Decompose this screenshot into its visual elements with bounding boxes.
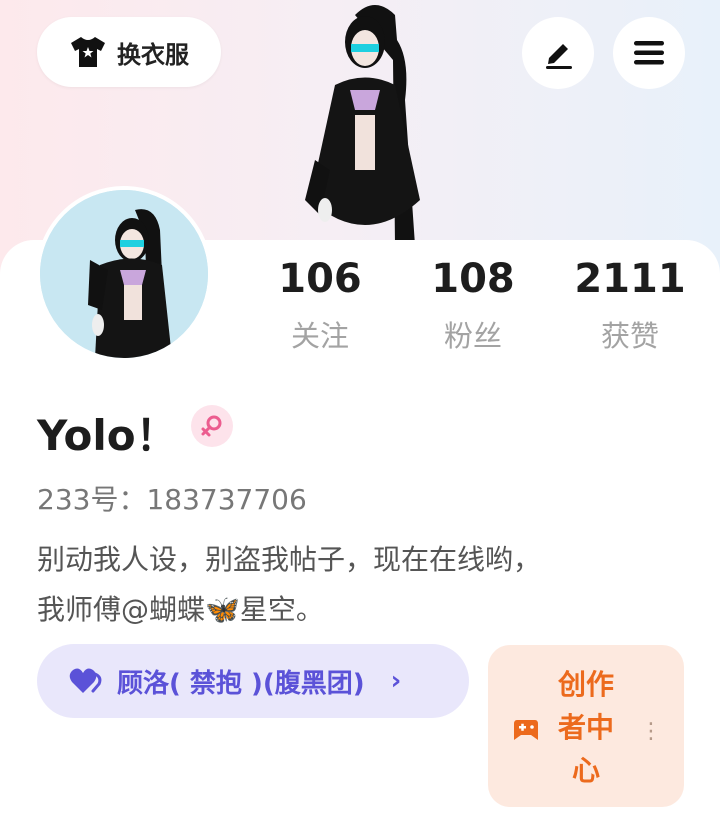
followers-count: 108	[431, 256, 515, 302]
likes-count: 2111	[574, 256, 686, 302]
following-count: 106	[278, 256, 362, 302]
gamepad-icon	[514, 720, 538, 740]
pencil-icon	[546, 44, 572, 69]
likes-stat[interactable]: 2111 获赞	[560, 255, 700, 355]
heart-icon	[69, 668, 102, 693]
creator-center-label: 创作者中心	[557, 668, 614, 787]
followers-stat[interactable]: 108 粉丝	[403, 255, 543, 355]
female-icon	[201, 415, 222, 437]
edit-profile-button[interactable]	[522, 17, 594, 89]
following-stat[interactable]: 106 关注	[250, 255, 390, 355]
following-label: 关注	[290, 319, 349, 353]
group-label: 顾洛( 禁抱 )(腹黑团)	[117, 668, 365, 699]
bio-line-1: 别动我人设，别盗我帖子，现在在线哟，	[37, 543, 542, 576]
menu-icon	[634, 41, 664, 65]
tshirt-icon	[71, 37, 105, 67]
stats-row: 106 关注 108 粉丝 2111 获赞	[240, 255, 720, 365]
likes-label: 获赞	[600, 319, 659, 353]
character-figure	[305, 5, 420, 245]
group-badge-button[interactable]: 顾洛( 禁抱 )(腹黑团) ›	[37, 644, 469, 718]
avatar-figure	[40, 190, 208, 358]
gender-badge	[191, 405, 233, 447]
profile-bio: 别动我人设，别盗我帖子，现在在线哟， 我师傅@蝴蝶🦋星空。	[37, 535, 687, 635]
bio-line-2: 我师傅@蝴蝶🦋星空。	[37, 593, 324, 626]
chevron-right-icon: ›	[390, 666, 402, 696]
creator-center-button[interactable]: 创作者中心 ⋮	[488, 645, 684, 807]
more-dots-icon: ⋮	[640, 719, 662, 744]
menu-button[interactable]	[613, 17, 685, 89]
user-id: 233号：183737706	[37, 483, 307, 516]
change-outfit-button[interactable]: 换衣服	[37, 17, 221, 87]
profile-name: Yolo！	[37, 411, 178, 460]
followers-label: 粉丝	[443, 319, 502, 353]
change-outfit-label: 换衣服	[117, 40, 189, 69]
avatar[interactable]	[36, 186, 212, 362]
